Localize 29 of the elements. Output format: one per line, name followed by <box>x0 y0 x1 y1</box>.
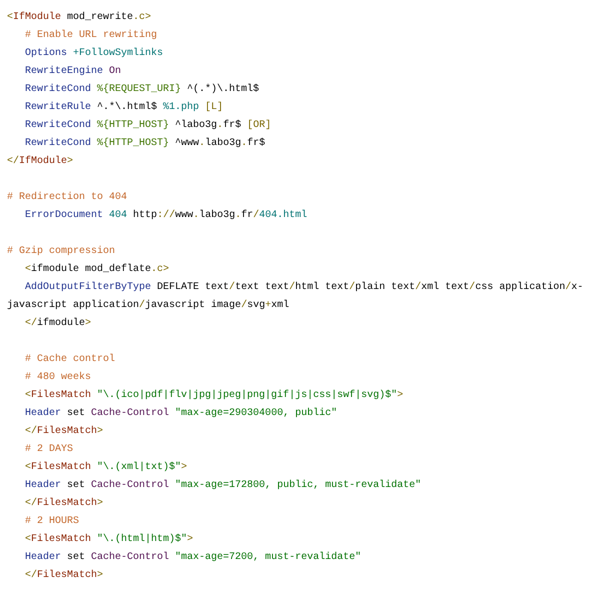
code-line: # Enable URL rewriting <box>24 30 158 41</box>
code-line: # Redirection to 404 <box>7 192 128 203</box>
code-line: <FilesMatch "\.(xml|txt)$"> <box>24 462 188 473</box>
code-line: Options +FollowSymlinks <box>24 48 164 59</box>
code-line: Header set Cache-Control "max-age=172800, public, must-revalidate" <box>24 480 422 491</box>
code-line: <ifmodule mod_deflate.c> <box>24 264 170 275</box>
code-line: AddOutputFilterByType DEFLATE text/text text/html text/plain text/xml text/css application/x- <box>24 282 584 293</box>
code-line: RewriteCond %{HTTP_HOST} ^www.labo3g.fr$ <box>24 138 266 149</box>
code-line: </FilesMatch> <box>24 570 104 581</box>
code-line: RewriteCond %{REQUEST_URI} ^(.*)\.html$ <box>24 84 260 95</box>
code-line: RewriteRule ^.*\.html$ %1.php [L] <box>24 102 224 113</box>
code-line: <IfModule mod_rewrite.c> <box>7 12 152 23</box>
code-line: </FilesMatch> <box>24 426 104 437</box>
code-line: # Cache control <box>24 354 116 365</box>
code-line: RewriteEngine On <box>24 66 122 77</box>
code-line: # 2 HOURS <box>24 516 80 527</box>
code-line: Header set Cache-Control "max-age=7200, must-revalidate" <box>24 552 362 563</box>
code-line: # 2 DAYS <box>24 444 74 455</box>
code-line: </IfModule> <box>7 156 74 167</box>
code-line: </FilesMatch> <box>24 498 104 509</box>
code-line: RewriteCond %{HTTP_HOST} ^labo3g.fr$ [OR] <box>24 120 272 131</box>
code-line: </ifmodule> <box>24 318 92 329</box>
code-line: ErrorDocument 404 http://www.labo3g.fr/404.html <box>24 210 308 221</box>
code-line: # 480 weeks <box>24 372 92 383</box>
code-line: <FilesMatch "\.(ico|pdf|flv|jpg|jpeg|png|gif|js|css|swf|svg)$"> <box>24 390 404 401</box>
code-line: <FilesMatch "\.(html|htm)$"> <box>24 534 194 545</box>
code-line: # Gzip compression <box>7 246 116 257</box>
code-line: javascript application/javascript image/svg+xml <box>7 300 290 311</box>
code-line: Header set Cache-Control "max-age=290304000, public" <box>24 408 338 419</box>
